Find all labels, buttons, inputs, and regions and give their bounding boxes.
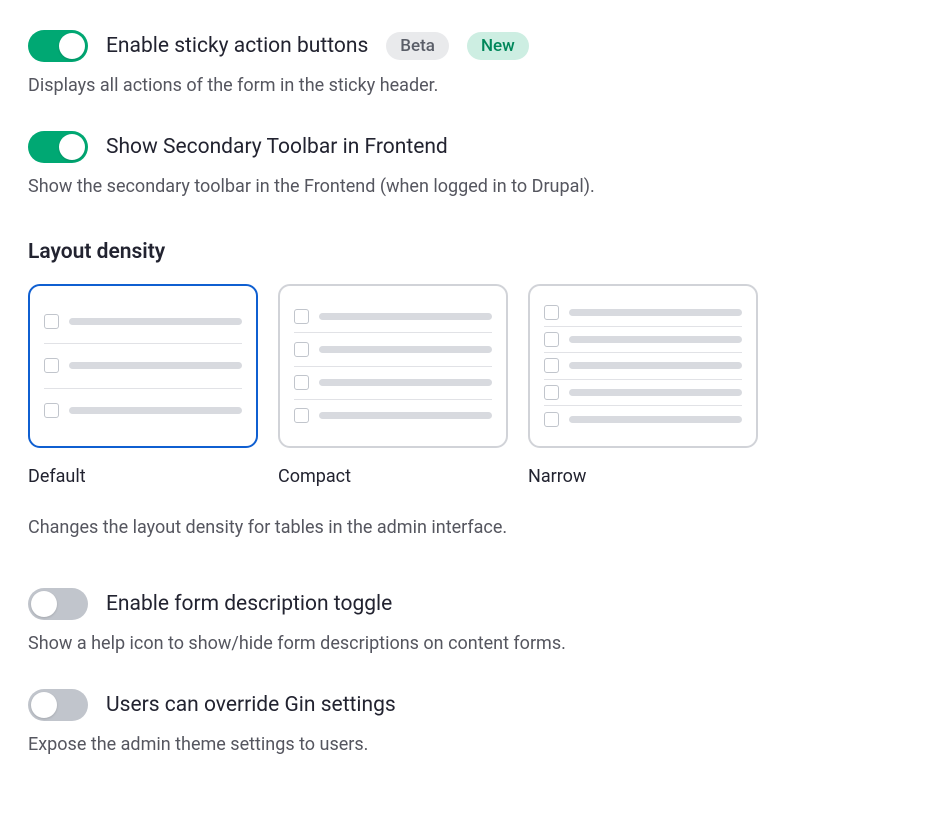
density-row-icon <box>544 327 742 354</box>
toggle-secondary-toolbar[interactable] <box>28 131 88 163</box>
density-row-icon <box>294 300 492 333</box>
badge-beta: Beta <box>386 32 449 60</box>
setting-header: Enable form description toggle <box>28 588 907 620</box>
density-row-icon <box>44 300 242 344</box>
setting-label: Enable form description toggle <box>106 592 392 616</box>
toggle-knob-icon <box>31 591 57 617</box>
density-row-icon <box>544 380 742 407</box>
density-option-narrow[interactable]: Narrow <box>528 284 758 487</box>
setting-header: Show Secondary Toolbar in Frontend <box>28 131 907 163</box>
density-preview-narrow-icon <box>528 284 758 448</box>
density-preview-default-icon <box>28 284 258 448</box>
setting-description: Expose the admin theme settings to users… <box>28 731 907 758</box>
setting-secondary-toolbar: Show Secondary Toolbar in Frontend Show … <box>28 131 907 200</box>
setting-user-override: Users can override Gin settings Expose t… <box>28 689 907 758</box>
density-row-icon <box>544 406 742 432</box>
density-preview-compact-icon <box>278 284 508 448</box>
density-option-default[interactable]: Default <box>28 284 258 487</box>
setting-description: Show the secondary toolbar in the Fronte… <box>28 173 907 200</box>
density-row-icon <box>44 389 242 432</box>
setting-label: Users can override Gin settings <box>106 693 396 717</box>
layout-density-options: Default Compact Narrow <box>28 284 907 487</box>
badge-new: New <box>467 32 529 60</box>
setting-description: Show a help icon to show/hide form descr… <box>28 630 907 657</box>
density-row-icon <box>544 353 742 380</box>
setting-header: Enable sticky action buttons Beta New <box>28 30 907 62</box>
setting-label: Enable sticky action buttons <box>106 34 368 58</box>
density-label: Compact <box>278 466 508 487</box>
density-option-compact[interactable]: Compact <box>278 284 508 487</box>
toggle-user-override[interactable] <box>28 689 88 721</box>
toggle-knob-icon <box>31 692 57 718</box>
toggle-knob-icon <box>59 33 85 59</box>
density-row-icon <box>294 400 492 432</box>
density-row-icon <box>544 300 742 327</box>
density-row-icon <box>44 344 242 388</box>
setting-header: Users can override Gin settings <box>28 689 907 721</box>
toggle-sticky-buttons[interactable] <box>28 30 88 62</box>
density-row-icon <box>294 367 492 400</box>
density-row-icon <box>294 333 492 366</box>
layout-density-description: Changes the layout density for tables in… <box>28 517 907 538</box>
setting-label: Show Secondary Toolbar in Frontend <box>106 135 448 159</box>
setting-description: Displays all actions of the form in the … <box>28 72 907 99</box>
toggle-form-description[interactable] <box>28 588 88 620</box>
density-label: Narrow <box>528 466 758 487</box>
section-title-layout-density: Layout density <box>28 240 907 264</box>
setting-sticky-buttons: Enable sticky action buttons Beta New Di… <box>28 30 907 99</box>
density-label: Default <box>28 466 258 487</box>
toggle-knob-icon <box>59 134 85 160</box>
setting-form-description-toggle: Enable form description toggle Show a he… <box>28 588 907 657</box>
